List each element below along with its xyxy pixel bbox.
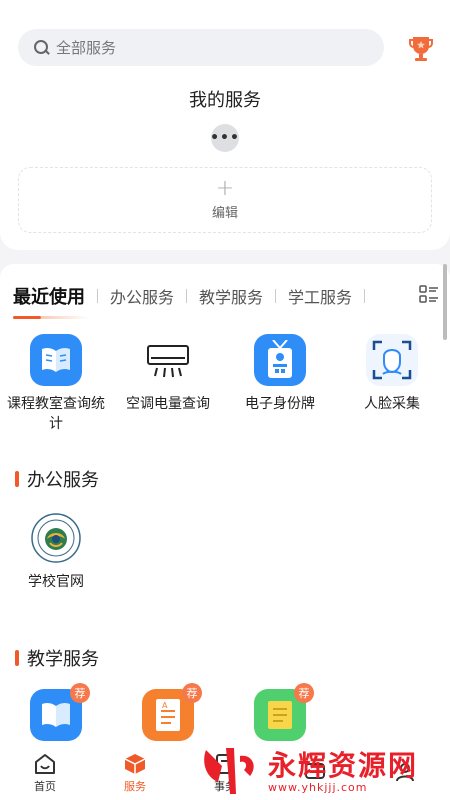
app-face-capture[interactable]: 人脸采集 xyxy=(336,334,448,434)
app-label: 空调电量查询 xyxy=(126,396,210,412)
tab-student-affairs[interactable]: 学工服务 xyxy=(288,284,352,308)
section-label: 办公服务 xyxy=(27,470,99,491)
watermark-url: www.yhkjjj.com xyxy=(268,780,368,794)
watermark: 永辉资源网 www.yhkjjj.com xyxy=(200,744,432,800)
search-input[interactable]: 全部服务 xyxy=(18,29,384,66)
search-placeholder: 全部服务 xyxy=(56,39,117,57)
document-icon: A 荐 xyxy=(142,683,202,741)
app-label: 学校官网 xyxy=(28,574,84,590)
recommend-badge: 荐 xyxy=(70,683,90,703)
nav-label: 服务 xyxy=(124,780,146,793)
active-tab-indicator-fade xyxy=(41,316,89,319)
section-marker xyxy=(15,471,19,487)
tab-divider xyxy=(186,289,188,303)
app-teaching-notes[interactable]: 荐 xyxy=(224,683,336,741)
nav-home[interactable]: 首页 xyxy=(0,744,90,800)
cube-icon xyxy=(124,754,146,774)
edit-services-button[interactable]: + 编辑 xyxy=(18,167,432,233)
recommend-badge: 荐 xyxy=(294,683,314,703)
notes-icon: 荐 xyxy=(254,683,314,741)
app-course-classroom[interactable]: 课程教室查询统计 xyxy=(0,334,112,434)
recommend-badge: 荐 xyxy=(182,683,202,703)
tab-teaching[interactable]: 教学服务 xyxy=(199,284,263,308)
face-scan-icon xyxy=(366,334,418,386)
edit-label: 编辑 xyxy=(211,206,238,221)
app-teaching-course[interactable]: 荐 xyxy=(0,683,112,741)
list-view-icon[interactable] xyxy=(419,284,439,304)
active-tab-indicator xyxy=(13,316,41,319)
watermark-text: 永辉资源网 xyxy=(268,748,419,782)
teaching-apps-grid: 荐 A 荐 荐 xyxy=(0,683,336,741)
tab-office[interactable]: 办公服务 xyxy=(110,284,174,308)
nav-label: 首页 xyxy=(34,780,56,793)
more-icon[interactable]: ••• xyxy=(210,124,239,152)
scrollbar[interactable] xyxy=(443,264,447,340)
my-services-card: 全部服务 我的服务 ••• + 编辑 xyxy=(0,0,450,250)
air-conditioner-icon xyxy=(142,334,194,386)
app-label: 课程教室查询统计 xyxy=(7,396,105,432)
services-panel: 最近使用 办公服务 教学服务 学工服务 课程教室查询统计 空调电量查询 电子身份… xyxy=(0,264,450,800)
tab-divider xyxy=(364,289,366,303)
category-tabs: 最近使用 办公服务 教学服务 学工服务 xyxy=(13,282,377,310)
app-label: 电子身份牌 xyxy=(245,396,315,412)
tab-divider xyxy=(97,289,98,303)
trophy-icon[interactable] xyxy=(408,34,434,62)
recent-apps-grid: 课程教室查询统计 空调电量查询 电子身份牌 人脸采集 xyxy=(0,334,450,434)
section-label: 教学服务 xyxy=(27,649,99,670)
section-teaching-title: 教学服务 xyxy=(15,645,99,671)
nav-services[interactable]: 服务 xyxy=(90,744,180,800)
section-marker xyxy=(15,650,19,666)
app-school-website[interactable]: 学校官网 xyxy=(0,512,112,592)
tab-divider xyxy=(275,289,277,303)
section-office-title: 办公服务 xyxy=(15,466,99,492)
app-ac-electricity[interactable]: 空调电量查询 xyxy=(112,334,224,434)
book-icon xyxy=(30,334,82,386)
book-icon: 荐 xyxy=(30,683,90,741)
tab-recent[interactable]: 最近使用 xyxy=(13,283,85,309)
my-services-title: 我的服务 xyxy=(189,90,261,111)
search-icon xyxy=(34,39,50,56)
home-icon xyxy=(35,754,55,774)
svg-text:A: A xyxy=(162,701,168,710)
plus-icon: + xyxy=(215,176,235,201)
app-electronic-id[interactable]: 电子身份牌 xyxy=(224,334,336,434)
app-label: 人脸采集 xyxy=(364,396,420,412)
watermark-logo-icon xyxy=(204,748,254,794)
app-teaching-document[interactable]: A 荐 xyxy=(112,683,224,741)
school-logo-icon xyxy=(30,512,82,564)
id-badge-icon xyxy=(254,334,306,386)
